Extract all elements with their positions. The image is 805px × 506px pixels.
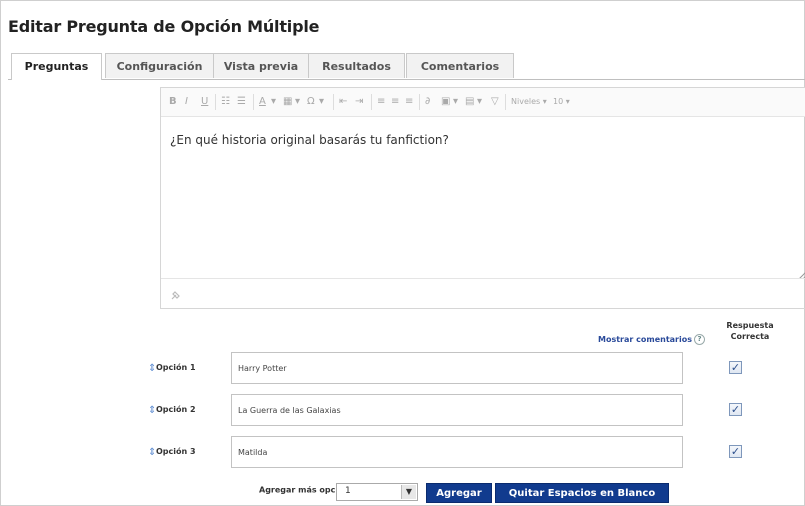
link-icon[interactable]: ∂ xyxy=(425,95,430,109)
show-comments-label: Mostrar comentarios xyxy=(598,335,692,344)
toolbar-separator xyxy=(253,94,254,110)
font-color-icon[interactable]: A xyxy=(259,95,266,109)
help-icon[interactable]: ? xyxy=(693,334,705,345)
chevron-down-icon[interactable]: ▾ xyxy=(453,95,458,109)
option-label: Opción 1 xyxy=(156,363,196,372)
editor-toolbar: B I U ☷ ☰ A ▾ ▦ ▾ Ω ▾ ⇤ ⇥ ≡ ≡ ≡ ∂ ▣ ▾ ▤ … xyxy=(161,88,805,117)
bold-button[interactable]: B xyxy=(169,95,177,109)
option-row: ⇕ Opción 1 ✓ xyxy=(140,352,800,386)
dropdown-arrow-icon[interactable]: ▼ xyxy=(401,485,416,499)
format-label: Niveles xyxy=(511,97,541,106)
align-center-icon[interactable]: ≡ xyxy=(391,95,399,109)
tab-vista-previa[interactable]: Vista previa xyxy=(213,53,309,78)
tab-preguntas[interactable]: Preguntas xyxy=(11,53,102,80)
remove-blank-button[interactable]: Quitar Espacios en Blanco xyxy=(495,483,669,503)
checkbox-icon[interactable]: ✓ xyxy=(729,361,742,374)
tab-bar: Preguntas Configuración Vista previa Res… xyxy=(8,53,805,80)
option-row: ⇕ Opción 3 ✓ xyxy=(140,436,800,470)
correct-answer-header: Respuesta Correcta xyxy=(726,321,774,341)
option-row: ⇕ Opción 2 ✓ xyxy=(140,394,800,428)
special-char-icon[interactable]: Ω xyxy=(307,95,315,109)
editor-footer xyxy=(161,278,805,310)
align-right-icon[interactable]: ≡ xyxy=(405,95,413,109)
option-1-input[interactable] xyxy=(231,352,683,384)
checkbox-icon[interactable]: ✓ xyxy=(729,445,742,458)
image-icon[interactable]: ▣ xyxy=(441,95,450,109)
size-select[interactable]: 10 ▾ xyxy=(553,95,570,109)
toolbar-separator xyxy=(371,94,372,110)
toolbar-separator xyxy=(505,94,506,110)
highlight-icon[interactable]: ▦ xyxy=(283,95,292,109)
underline-button[interactable]: U xyxy=(201,95,208,109)
filter-icon[interactable]: ▽ xyxy=(491,95,499,109)
quantity-value: 1 xyxy=(345,486,351,496)
option-2-input[interactable] xyxy=(231,394,683,426)
page-title: Editar Pregunta de Opción Múltiple xyxy=(8,17,320,36)
outdent-icon[interactable]: ⇤ xyxy=(339,95,347,109)
option-label: Opción 2 xyxy=(156,405,196,414)
toolbar-separator xyxy=(419,94,420,110)
show-comments-link[interactable]: Mostrar comentarios? xyxy=(598,334,705,345)
size-label: 10 xyxy=(553,97,564,106)
table-icon[interactable]: ▤ xyxy=(465,95,474,109)
tab-configuracion[interactable]: Configuración xyxy=(105,53,214,78)
option-3-input[interactable] xyxy=(231,436,683,468)
tab-resultados[interactable]: Resultados xyxy=(308,53,405,78)
chevron-down-icon[interactable]: ▾ xyxy=(271,95,276,109)
unordered-list-icon[interactable]: ☰ xyxy=(237,95,246,109)
toolbar-separator xyxy=(333,94,334,110)
add-button[interactable]: Agregar xyxy=(426,483,492,503)
option-label: Opción 3 xyxy=(156,447,196,456)
quantity-select[interactable]: 1 ▼ xyxy=(336,483,418,501)
indent-icon[interactable]: ⇥ xyxy=(355,95,363,109)
resize-grip-icon[interactable] xyxy=(798,264,805,280)
pin-icon[interactable] xyxy=(169,287,183,301)
editor-content[interactable]: ¿En qué historia original basarás tu fan… xyxy=(170,133,449,147)
tab-comentarios[interactable]: Comentarios xyxy=(406,53,514,78)
italic-button[interactable]: I xyxy=(185,95,188,109)
chevron-down-icon[interactable]: ▾ xyxy=(477,95,482,109)
ordered-list-icon[interactable]: ☷ xyxy=(221,95,230,109)
format-select[interactable]: Niveles ▾ xyxy=(511,95,547,109)
toolbar-separator xyxy=(215,94,216,110)
checkbox-icon[interactable]: ✓ xyxy=(729,403,742,416)
rich-text-editor[interactable]: B I U ☷ ☰ A ▾ ▦ ▾ Ω ▾ ⇤ ⇥ ≡ ≡ ≡ ∂ ▣ ▾ ▤ … xyxy=(160,87,805,309)
chevron-down-icon[interactable]: ▾ xyxy=(295,95,300,109)
chevron-down-icon[interactable]: ▾ xyxy=(319,95,324,109)
align-left-icon[interactable]: ≡ xyxy=(377,95,385,109)
